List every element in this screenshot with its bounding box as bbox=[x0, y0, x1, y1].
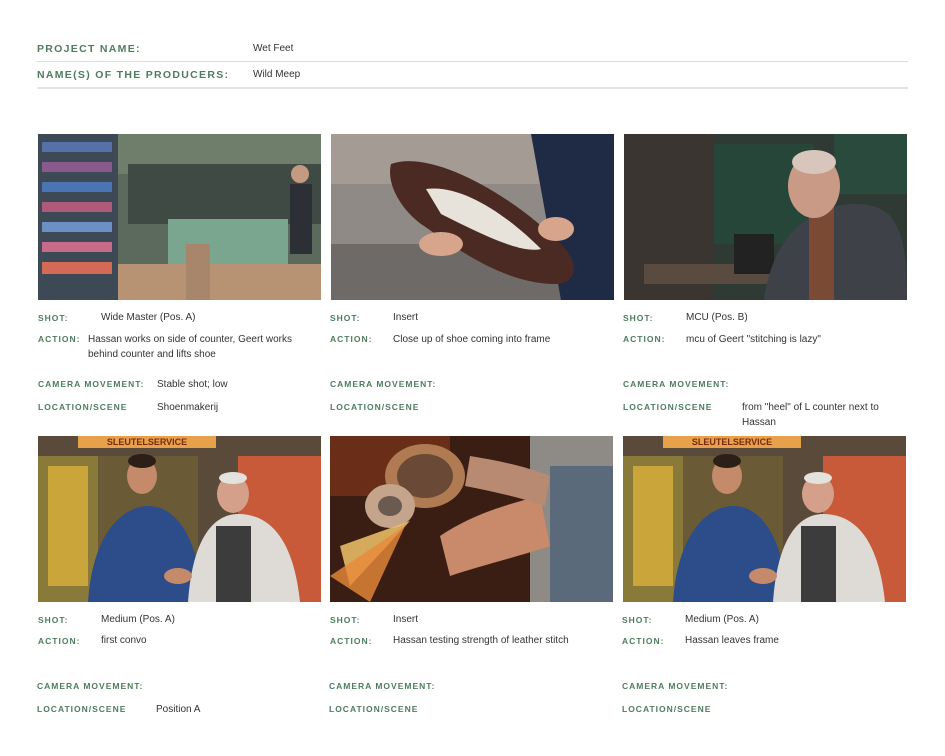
location-scene-label: LOCATION/SCENE bbox=[38, 402, 128, 412]
camera-movement-label: CAMERA MOVEMENT: bbox=[623, 379, 730, 389]
grinding-wheel-sparks-photo bbox=[330, 436, 613, 602]
shot-value: Insert bbox=[393, 614, 419, 625]
shoe-shop-interior-photo bbox=[38, 134, 321, 300]
two-men-handshake-photo: SLEUTELSERVICE bbox=[38, 436, 321, 602]
action-label: ACTION: bbox=[623, 334, 666, 344]
shot-label: SHOT: bbox=[623, 313, 654, 323]
shot-value: MCU (Pos. B) bbox=[686, 312, 748, 323]
shot-value: Insert bbox=[393, 312, 419, 323]
action-label: ACTION: bbox=[38, 636, 81, 646]
action-label: ACTION: bbox=[330, 636, 373, 646]
location-scene-label: LOCATION/SCENE bbox=[623, 402, 713, 412]
action-label: ACTION: bbox=[330, 334, 373, 344]
location-scene-value: from "heel" of L counter next to Hassan bbox=[742, 402, 879, 428]
camera-movement-value: Stable shot; low bbox=[157, 379, 228, 390]
shot-label: SHOT: bbox=[330, 615, 361, 625]
location-scene-label: LOCATION/SCENE bbox=[330, 402, 420, 412]
location-scene-value: Position A bbox=[156, 704, 201, 715]
location-scene-label: LOCATION/SCENE bbox=[37, 704, 127, 714]
location-scene-label: LOCATION/SCENE bbox=[622, 704, 712, 714]
camera-movement-label: CAMERA MOVEMENT: bbox=[329, 681, 436, 691]
shop-sign-text: SLEUTELSERVICE bbox=[107, 437, 187, 447]
camera-movement-label: CAMERA MOVEMENT: bbox=[38, 379, 145, 389]
shot-value: Medium (Pos. A) bbox=[101, 614, 175, 625]
action-label: ACTION: bbox=[622, 636, 665, 646]
action-value: Hassan testing strength of leather stitc… bbox=[393, 635, 569, 646]
producers-label: NAME(S) OF THE PRODUCERS: bbox=[37, 69, 230, 81]
producers-value: Wild Meep bbox=[253, 69, 301, 80]
divider bbox=[37, 87, 908, 89]
shop-sign-text: SLEUTELSERVICE bbox=[692, 437, 772, 447]
action-value: Close up of shoe coming into frame bbox=[393, 334, 551, 345]
camera-movement-label: CAMERA MOVEMENT: bbox=[622, 681, 729, 691]
two-men-handshake-photo: SLEUTELSERVICE bbox=[623, 436, 906, 602]
shot-label: SHOT: bbox=[330, 313, 361, 323]
action-value: Hassan leaves frame bbox=[685, 635, 779, 646]
shot-value: Medium (Pos. A) bbox=[685, 614, 759, 625]
man-stitching-shoe-photo bbox=[624, 134, 907, 300]
hand-holding-brogue-shoe-photo bbox=[331, 134, 614, 300]
action-value: Hassan works on side of counter, Geert w… bbox=[88, 334, 292, 360]
action-value: first convo bbox=[101, 635, 147, 646]
camera-movement-label: CAMERA MOVEMENT: bbox=[37, 681, 144, 691]
action-value: mcu of Geert "stitching is lazy" bbox=[686, 334, 821, 345]
project-name-label: PROJECT NAME: bbox=[37, 43, 141, 55]
camera-movement-label: CAMERA MOVEMENT: bbox=[330, 379, 437, 389]
location-scene-value: Shoenmakerij bbox=[157, 402, 219, 413]
shot-label: SHOT: bbox=[622, 615, 653, 625]
project-name-value: Wet Feet bbox=[253, 43, 294, 54]
action-label: ACTION: bbox=[38, 334, 81, 344]
divider bbox=[37, 61, 908, 62]
shot-value: Wide Master (Pos. A) bbox=[101, 312, 196, 323]
shot-label: SHOT: bbox=[38, 313, 69, 323]
location-scene-label: LOCATION/SCENE bbox=[329, 704, 419, 714]
shot-label: SHOT: bbox=[38, 615, 69, 625]
